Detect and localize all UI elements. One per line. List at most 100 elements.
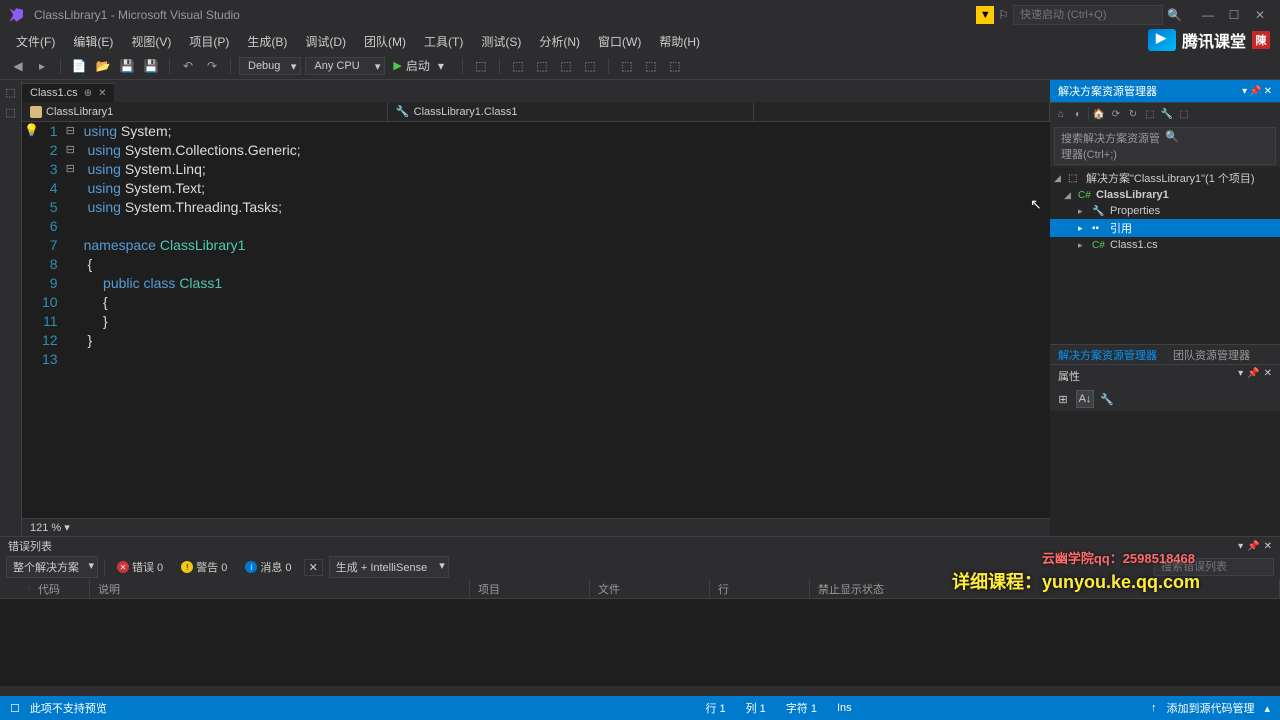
status-col: 列 1: [736, 700, 776, 716]
notification-icon[interactable]: ▼: [976, 6, 994, 24]
namespace-dropdown[interactable]: ClassLibrary1: [22, 102, 388, 121]
status-ins: Ins: [827, 702, 862, 714]
solution-node[interactable]: ◢ ⬚ 解决方案"ClassLibrary1"(1 个项目): [1050, 169, 1280, 187]
start-button[interactable]: ▶启动▾: [389, 55, 454, 76]
panel-dropdown-icon[interactable]: ▾: [1242, 86, 1247, 97]
tb-icon-6[interactable]: ⬚: [641, 56, 661, 76]
properties-node[interactable]: ▸ 🔧 Properties: [1050, 203, 1280, 219]
home-icon[interactable]: ⌂: [1054, 107, 1068, 121]
properties-title[interactable]: 属性 ▾📌✕: [1050, 365, 1280, 387]
file-node[interactable]: ▸ C# Class1.cs: [1050, 237, 1280, 253]
status-line: 行 1: [695, 700, 735, 716]
tb-icon-7[interactable]: ⬚: [665, 56, 685, 76]
menu-edit[interactable]: 编辑(E): [65, 31, 121, 52]
watermark-course: 详细课程：yunyou.ke.qq.com: [952, 568, 1200, 594]
project-node[interactable]: ◢ C# ClassLibrary1: [1050, 187, 1280, 203]
save-all-button[interactable]: 💾: [141, 56, 161, 76]
sync-icon[interactable]: ⟳: [1109, 107, 1123, 121]
menu-project[interactable]: 项目(P): [181, 31, 237, 52]
wrench-icon: 🔧: [1092, 204, 1106, 218]
alphabetical-button[interactable]: A↓: [1076, 390, 1094, 408]
zoom-dropdown[interactable]: 121 %: [30, 521, 70, 534]
redo-button[interactable]: ↷: [202, 56, 222, 76]
menu-team[interactable]: 团队(M): [356, 31, 414, 52]
step-icon[interactable]: ⬚: [471, 56, 491, 76]
scope-dropdown[interactable]: 整个解决方案: [6, 556, 98, 578]
menu-analyze[interactable]: 分析(N): [531, 31, 588, 52]
properties-grid[interactable]: [1050, 411, 1280, 536]
panel-close-icon[interactable]: ✕: [1264, 86, 1272, 97]
menu-tools[interactable]: 工具(T): [416, 31, 471, 52]
maximize-button[interactable]: ☐: [1222, 6, 1246, 24]
feedback-icon[interactable]: ⚐: [998, 8, 1009, 22]
tb-icon-4[interactable]: ⬚: [580, 56, 600, 76]
new-button[interactable]: 📄: [69, 56, 89, 76]
expand-icon[interactable]: ▸: [1078, 240, 1088, 251]
tb-icon-1[interactable]: ⬚: [508, 56, 528, 76]
tb-icon-3[interactable]: ⬚: [556, 56, 576, 76]
tb-icon-5[interactable]: ⬚: [617, 56, 637, 76]
solution-icon: ⬚: [1068, 171, 1082, 185]
code-editor[interactable]: using System; using System.Collections.G…: [80, 122, 1050, 518]
minimize-button[interactable]: —: [1196, 6, 1220, 24]
props-pages-button[interactable]: 🔧: [1098, 390, 1116, 408]
error-list-body[interactable]: [0, 599, 1280, 686]
status-preview-icon: ☐: [10, 702, 20, 715]
expand-icon[interactable]: ◢: [1064, 190, 1074, 201]
editor-tab[interactable]: Class1.cs ⊕ ✕: [22, 83, 114, 102]
member-dropdown[interactable]: [754, 102, 1050, 121]
preview-icon[interactable]: ⬚: [1177, 107, 1191, 121]
brand-badge: 陳: [1252, 31, 1270, 49]
props-icon[interactable]: 🔧: [1160, 107, 1174, 121]
menu-debug[interactable]: 调试(D): [297, 31, 354, 52]
panel-pin-icon[interactable]: 📌: [1249, 86, 1261, 97]
platform-dropdown[interactable]: Any CPU: [305, 57, 385, 75]
show-all-icon[interactable]: ⬚: [1143, 107, 1157, 121]
status-scm[interactable]: 添加到源代码管理: [1156, 700, 1264, 716]
csproj-icon: C#: [1078, 188, 1092, 202]
server-explorer-icon[interactable]: ⬚: [3, 84, 19, 100]
team-explorer-tab[interactable]: 团队资源管理器: [1165, 345, 1258, 364]
solution-explorer-tab[interactable]: 解决方案资源管理器: [1050, 345, 1165, 364]
search-icon[interactable]: 🔍: [1167, 8, 1182, 22]
open-button[interactable]: 📂: [93, 56, 113, 76]
quick-launch-input[interactable]: [1013, 5, 1163, 25]
nav-back-button[interactable]: ◀: [8, 56, 28, 76]
filter-button[interactable]: ✕: [304, 559, 323, 576]
expand-icon[interactable]: ▸: [1078, 223, 1088, 234]
config-dropdown[interactable]: Debug: [239, 57, 301, 75]
errors-filter[interactable]: ✕错误 0: [111, 557, 169, 577]
close-button[interactable]: ✕: [1248, 6, 1272, 24]
build-dropdown[interactable]: 生成 + IntelliSense: [329, 556, 449, 578]
nav-fwd-button[interactable]: ▸: [32, 56, 52, 76]
solution-explorer-title[interactable]: 解决方案资源管理器 ▾📌✕: [1050, 80, 1280, 103]
cs-file-icon: C#: [1092, 238, 1106, 252]
class-dropdown[interactable]: 🔧ClassLibrary1.Class1: [388, 102, 754, 121]
menu-view[interactable]: 视图(V): [123, 31, 179, 52]
fold-column[interactable]: ⊟ ⊟ ⊟: [66, 122, 80, 518]
menu-window[interactable]: 窗口(W): [590, 31, 649, 52]
save-button[interactable]: 💾: [117, 56, 137, 76]
toolbox-icon[interactable]: ⬚: [3, 104, 19, 120]
pin-icon[interactable]: ⊕: [84, 88, 92, 99]
home2-icon[interactable]: 🏠: [1092, 107, 1106, 121]
references-node[interactable]: ▸ ▪▪ 引用: [1050, 219, 1280, 237]
menu-help[interactable]: 帮助(H): [651, 31, 708, 52]
collapse-icon[interactable]: ◐: [1071, 107, 1085, 121]
menu-file[interactable]: 文件(F): [8, 31, 63, 52]
brand-logo: 腾讯课堂 陳: [1148, 28, 1270, 52]
expand-icon[interactable]: ▸: [1078, 206, 1088, 217]
tab-label: Class1.cs: [30, 87, 78, 99]
tab-close-icon[interactable]: ✕: [98, 88, 106, 99]
solution-search-input[interactable]: 搜索解决方案资源管理器(Ctrl+;)🔍: [1054, 127, 1276, 165]
tb-icon-2[interactable]: ⬚: [532, 56, 552, 76]
menu-test[interactable]: 测试(S): [473, 31, 529, 52]
lightbulb-icon[interactable]: 💡: [24, 123, 39, 137]
warnings-filter[interactable]: !警告 0: [175, 557, 233, 577]
categorized-button[interactable]: ⊞: [1054, 390, 1072, 408]
refresh-icon[interactable]: ↻: [1126, 107, 1140, 121]
menu-build[interactable]: 生成(B): [239, 31, 295, 52]
undo-button[interactable]: ↶: [178, 56, 198, 76]
expand-icon[interactable]: ◢: [1054, 173, 1064, 184]
messages-filter[interactable]: i消息 0: [239, 557, 297, 577]
